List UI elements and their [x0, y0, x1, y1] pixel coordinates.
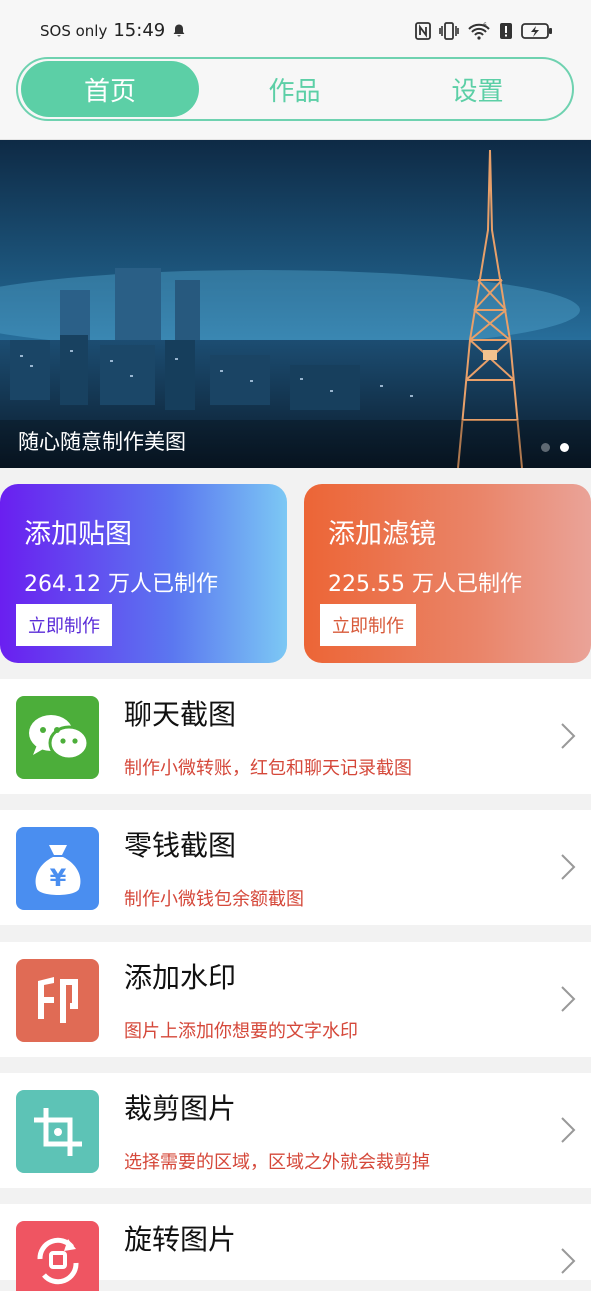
list-item-chat-screenshot[interactable]: 聊天截图 制作小微转账，红包和聊天记录截图	[0, 679, 591, 794]
add-filter-card[interactable]: 添加滤镜 225.55 万人已制作 立即制作	[304, 484, 591, 663]
tab-home[interactable]: 首页	[21, 61, 199, 117]
bell-icon	[173, 24, 185, 37]
tab-bar: 首页 作品 设置	[16, 57, 574, 121]
carrier-label: SOS only	[40, 21, 108, 40]
item-description: 图片上添加你想要的文字水印	[124, 1021, 358, 1042]
crop-icon	[16, 1090, 99, 1173]
banner-carousel[interactable]: 随心随意制作美图	[0, 140, 591, 468]
item-description: 制作小微转账，红包和聊天记录截图	[124, 758, 412, 779]
seal-yin-icon	[16, 959, 99, 1042]
top-navigation: 首页 作品 设置	[0, 56, 591, 140]
make-now-button[interactable]: 立即制作	[16, 604, 112, 646]
item-description: 选择需要的区域，区域之外就会裁剪掉	[124, 1152, 430, 1173]
chevron-right-icon	[561, 723, 576, 749]
item-title: 旋转图片	[124, 1223, 237, 1256]
card-count: 264.12 万人已制作	[24, 572, 218, 597]
alert-icon	[500, 23, 512, 39]
carousel-dot	[541, 443, 550, 452]
rotate-icon	[16, 1221, 99, 1291]
card-count: 225.55 万人已制作	[328, 572, 522, 597]
chevron-right-icon	[561, 1117, 576, 1143]
item-title: 零钱截图	[124, 829, 237, 862]
make-now-button[interactable]: 立即制作	[320, 604, 416, 646]
card-title: 添加贴图	[24, 519, 132, 550]
battery-icon	[521, 23, 552, 39]
add-sticker-card[interactable]: 添加贴图 264.12 万人已制作 立即制作	[0, 484, 287, 663]
chevron-right-icon	[561, 1248, 576, 1274]
feature-cards: 添加贴图 264.12 万人已制作 立即制作 添加滤镜 225.55 万人已制作…	[0, 484, 591, 664]
money-bag-icon: ¥	[16, 827, 99, 910]
clock: 15:49	[113, 20, 166, 41]
wifi-icon: 6	[468, 22, 490, 40]
item-title: 聊天截图	[124, 698, 237, 731]
vibrate-icon	[439, 22, 459, 40]
carousel-dot-active	[560, 443, 569, 452]
item-title: 添加水印	[124, 961, 237, 994]
item-title: 裁剪图片	[124, 1092, 237, 1125]
chat-bubbles-icon	[16, 696, 99, 779]
card-title: 添加滤镜	[328, 519, 436, 550]
list-item-rotate-image[interactable]: 旋转图片	[0, 1204, 591, 1291]
svg-text:¥: ¥	[49, 864, 66, 892]
tab-works[interactable]: 作品	[203, 61, 386, 117]
nfc-icon	[415, 22, 431, 40]
chevron-right-icon	[561, 854, 576, 880]
tab-settings[interactable]: 设置	[386, 61, 569, 117]
list-item-crop-image[interactable]: 裁剪图片 选择需要的区域，区域之外就会裁剪掉	[0, 1073, 591, 1188]
item-description: 制作小微钱包余额截图	[124, 889, 304, 910]
list-item-wallet-screenshot[interactable]: ¥ 零钱截图 制作小微钱包余额截图	[0, 810, 591, 925]
banner-image	[0, 140, 591, 468]
banner-caption: 随心随意制作美图	[18, 430, 186, 454]
status-bar: SOS only 15:49 6	[0, 0, 591, 56]
list-item-add-watermark[interactable]: 添加水印 图片上添加你想要的文字水印	[0, 942, 591, 1057]
chevron-right-icon	[561, 986, 576, 1012]
carousel-indicator	[541, 443, 569, 452]
svg-text:6: 6	[483, 22, 487, 29]
